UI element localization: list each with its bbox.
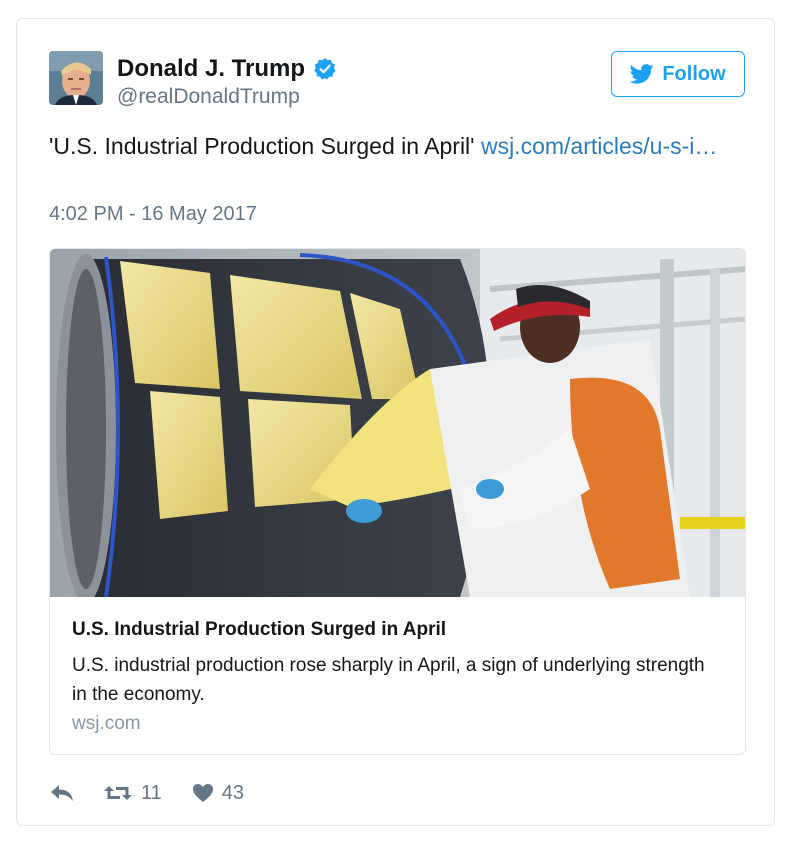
verified-badge-icon <box>313 57 337 81</box>
display-name-text: Donald J. Trump <box>117 55 306 82</box>
avatar[interactable] <box>49 51 103 105</box>
like-count: 43 <box>221 781 245 804</box>
retweet-count: 11 <box>141 781 162 804</box>
retweet-icon <box>103 783 133 803</box>
screen-name[interactable]: @realDonaldTrump <box>117 85 300 109</box>
twitter-bird-icon <box>629 64 654 84</box>
card-title: U.S. Industrial Production Surged in Apr… <box>72 619 447 640</box>
heart-icon <box>192 783 214 803</box>
reply-arrow-icon <box>49 783 75 803</box>
tweet-text: 'U.S. Industrial Production Surged in Ap… <box>49 131 749 161</box>
follow-label: Follow <box>662 62 726 85</box>
tweet-link[interactable]: wsj.com/articles/u-s-i… <box>481 133 717 159</box>
link-preview-card[interactable]: U.S. Industrial Production Surged in Apr… <box>49 248 746 755</box>
reply-button[interactable] <box>49 783 75 803</box>
retweet-button[interactable]: 11 <box>103 782 162 805</box>
like-button[interactable]: 43 <box>192 782 244 805</box>
card-image <box>50 249 745 597</box>
follow-button[interactable]: Follow <box>611 51 745 97</box>
card-domain: wsj.com <box>72 713 141 734</box>
tweet-actions: 11 43 <box>49 779 244 807</box>
embedded-tweet: Donald J. Trump @realDonaldTrump Follow … <box>16 18 775 826</box>
tweet-body: 'U.S. Industrial Production Surged in Ap… <box>49 133 481 159</box>
display-name[interactable]: Donald J. Trump <box>117 55 337 83</box>
timestamp[interactable]: 4:02 PM - 16 May 2017 <box>49 203 257 226</box>
card-description: U.S. industrial production rose sharply … <box>72 655 705 705</box>
